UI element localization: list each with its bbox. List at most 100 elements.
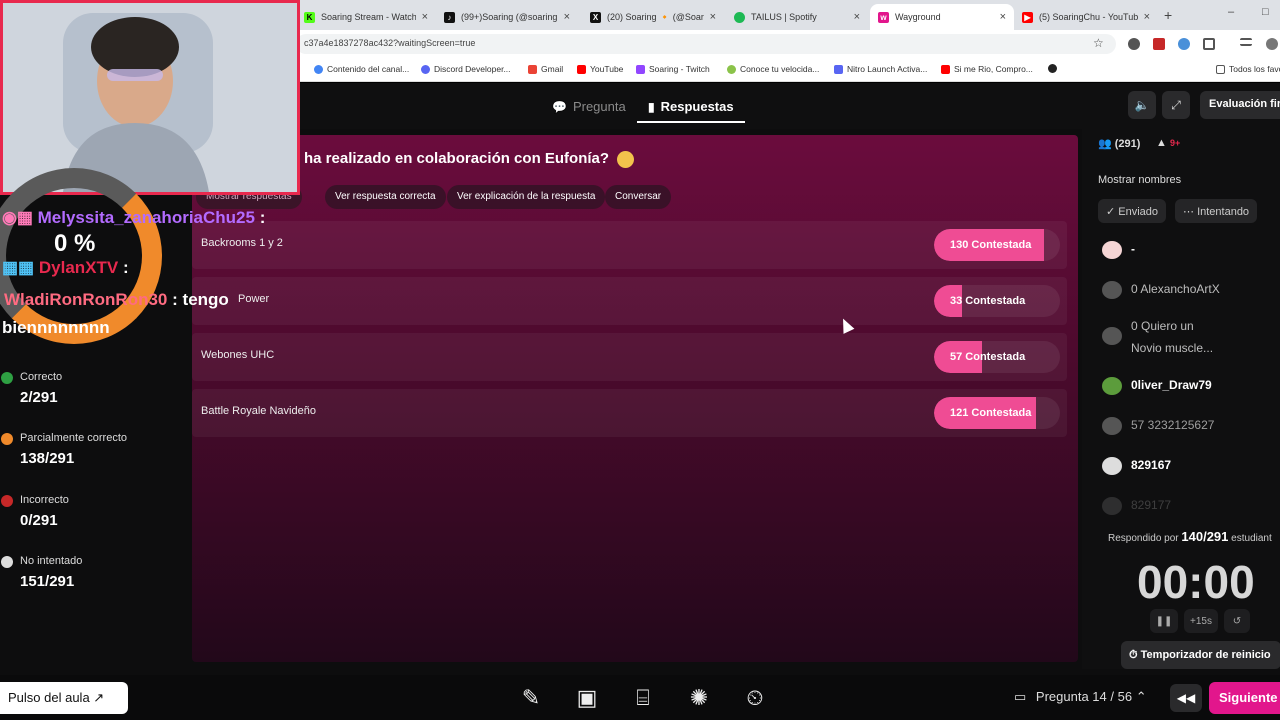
reset-icon: ↺ <box>1232 615 1242 627</box>
presentation-icon[interactable]: ⌸ <box>626 681 660 715</box>
extension-icon[interactable] <box>1178 38 1190 50</box>
bookmarks-folder[interactable]: Todos los favo <box>1216 64 1280 74</box>
question-navigator[interactable]: ▭ Pregunta 14 / 56 ⌃ <box>1014 689 1147 705</box>
avatar <box>1102 281 1122 299</box>
screen-icon: ▭ <box>1014 689 1027 704</box>
final-evaluation-button[interactable]: Evaluación fir <box>1200 91 1280 119</box>
bookmark-item[interactable]: Si me Rio, Compro... <box>941 64 1033 74</box>
browser-tab-youtube[interactable]: ▶ (5) SoaringChu - YouTub × <box>1014 4 1158 30</box>
answer-count-bar: 121 Contestada <box>934 397 1060 429</box>
extension-icon[interactable] <box>1128 38 1140 50</box>
student-item[interactable]: 0 AlexanchoArtX <box>1102 275 1280 305</box>
webcam-overlay <box>0 0 300 195</box>
bookmark-star-icon[interactable]: ☆ <box>1093 36 1104 50</box>
avatar <box>1102 497 1122 515</box>
bookmark-item[interactable]: Conoce tu velocida... <box>727 64 819 74</box>
question-text: ha realizado en colaboración con Eufonía… <box>304 150 635 168</box>
nitro-icon <box>834 64 843 74</box>
filter-trying-chip[interactable]: ⋯ Intentando <box>1175 199 1258 223</box>
clock-circle-icon <box>1 556 13 568</box>
chat-line: WladiRonRonRon30 : tengo <box>4 290 229 309</box>
browser-tab-wayground[interactable]: w Wayground × <box>870 4 1014 30</box>
student-item[interactable]: 57 3232125627 <box>1102 411 1280 441</box>
student-item[interactable]: 829167 <box>1102 451 1280 481</box>
bookmark-item[interactable] <box>1048 64 1061 73</box>
users-icon: 👥 <box>1098 138 1112 150</box>
alerts-count[interactable]: ▲ 9+ <box>1156 137 1180 149</box>
volume-icon: 🔈 <box>1134 98 1150 112</box>
dots-icon: ⋯ <box>1183 206 1194 218</box>
volume-button[interactable]: 🔈 <box>1128 91 1156 119</box>
browser-tab-kick[interactable]: K Soaring Stream - Watch × <box>296 4 436 30</box>
streamer-image <box>3 3 297 192</box>
close-tab-icon[interactable]: × <box>710 11 716 23</box>
youtube-icon: ▶ <box>1022 11 1033 23</box>
show-names-toggle[interactable]: Mostrar nombres <box>1098 174 1181 186</box>
folder-icon <box>1216 64 1225 74</box>
url-field[interactable]: c37a4e1837278ac432?waitingScreen=true <box>296 34 1116 54</box>
wayground-icon: w <box>878 11 889 23</box>
chevron-up-icon: ⌃ <box>1135 689 1147 704</box>
close-tab-icon[interactable]: × <box>1144 11 1150 23</box>
thinking-emoji-icon <box>617 150 635 168</box>
bookmark-item[interactable]: YouTube <box>577 64 623 74</box>
maximize-icon[interactable]: □ <box>1262 6 1269 18</box>
reset-timer-button[interactable]: ↺ <box>1224 609 1250 633</box>
new-tab-icon[interactable]: + <box>1164 7 1172 23</box>
add-time-button[interactable]: +15s <box>1184 609 1218 633</box>
google-icon <box>314 64 323 74</box>
show-correct-answer-button[interactable]: Ver respuesta correcta <box>325 185 446 209</box>
fullscreen-button[interactable]: ⤢ <box>1162 91 1190 119</box>
student-item[interactable]: - <box>1102 235 1280 265</box>
bookmark-item[interactable]: Contenido del canal... <box>314 64 409 74</box>
tiktok-icon: ♪ <box>444 11 455 23</box>
avatar <box>1102 457 1122 475</box>
filter-sent-chip[interactable]: ✓ Enviado <box>1098 199 1167 223</box>
spinner-wheel-icon[interactable]: ✺ <box>682 681 716 715</box>
browser-tab-tiktok[interactable]: ♪ (99+)Soaring (@soaring × <box>436 4 578 30</box>
spotify-icon <box>734 11 745 23</box>
whiteboard-icon[interactable]: ▣ <box>570 681 604 715</box>
browser-tab-x[interactable]: X (20) Soaring 🔸 (@Soar × <box>582 4 724 30</box>
bookmark-item[interactable]: Soaring - Twitch <box>636 64 710 74</box>
extension-icon[interactable] <box>1153 38 1165 50</box>
youtube-icon <box>577 64 586 74</box>
chat-line: ▦▦ DylanXTV : <box>2 258 129 277</box>
converse-button[interactable]: Conversar <box>605 185 672 209</box>
pause-icon: ❚❚ <box>1155 615 1173 627</box>
avatar <box>1102 377 1122 395</box>
check-circle-icon <box>1 372 13 384</box>
next-button[interactable]: Siguiente <box>1209 682 1280 714</box>
close-tab-icon[interactable]: × <box>1000 11 1006 23</box>
student-item[interactable]: 0liver_Draw79 <box>1102 371 1280 401</box>
bookmark-item[interactable]: Gmail <box>528 64 563 74</box>
pen-icon[interactable]: ✎ <box>514 681 548 715</box>
globe-icon <box>1048 64 1057 73</box>
tab-question[interactable]: 💬 Pregunta <box>552 99 626 114</box>
show-explanation-button[interactable]: Ver explicación de la respuesta <box>447 185 606 209</box>
browser-tab-spotify[interactable]: TAILUS | Spotify × <box>726 4 868 30</box>
student-item[interactable]: 0 Quiero un Novio muscle... <box>1102 313 1280 357</box>
profile-icon[interactable] <box>1266 38 1278 50</box>
close-tab-icon[interactable]: × <box>422 11 428 23</box>
bookmark-item[interactable]: Nitro Launch Activa... <box>834 64 927 74</box>
student-item[interactable]: 829177 <box>1102 491 1280 521</box>
avatar <box>1102 327 1122 345</box>
close-tab-icon[interactable]: × <box>564 11 570 23</box>
chat-bubble-icon: 💬 <box>552 99 567 114</box>
bookmark-item[interactable]: Discord Developer... <box>421 64 511 74</box>
pause-timer-button[interactable]: ❚❚ <box>1150 609 1178 633</box>
timer-tool-icon[interactable]: ⏲ <box>738 681 772 715</box>
x-circle-icon <box>1 495 13 507</box>
answer-count-bar: 130 Contestada <box>934 229 1060 261</box>
badge-icon: ◉▦ <box>2 208 33 227</box>
previous-button[interactable]: ◀◀ <box>1170 684 1202 712</box>
tab-answers[interactable]: ▮ Respuestas <box>648 99 734 114</box>
answer-count-bar: 33 Contestada <box>934 285 1060 317</box>
close-tab-icon[interactable]: × <box>854 11 860 23</box>
restart-timer-button[interactable]: ⏱ Temporizador de reinicio <box>1121 641 1280 669</box>
puzzle-icon[interactable] <box>1203 38 1215 50</box>
classroom-pulse-button[interactable]: Pulso del aula ↗ <box>0 682 128 714</box>
minimize-icon[interactable]: – <box>1228 6 1234 18</box>
menu-icon[interactable] <box>1240 38 1252 46</box>
